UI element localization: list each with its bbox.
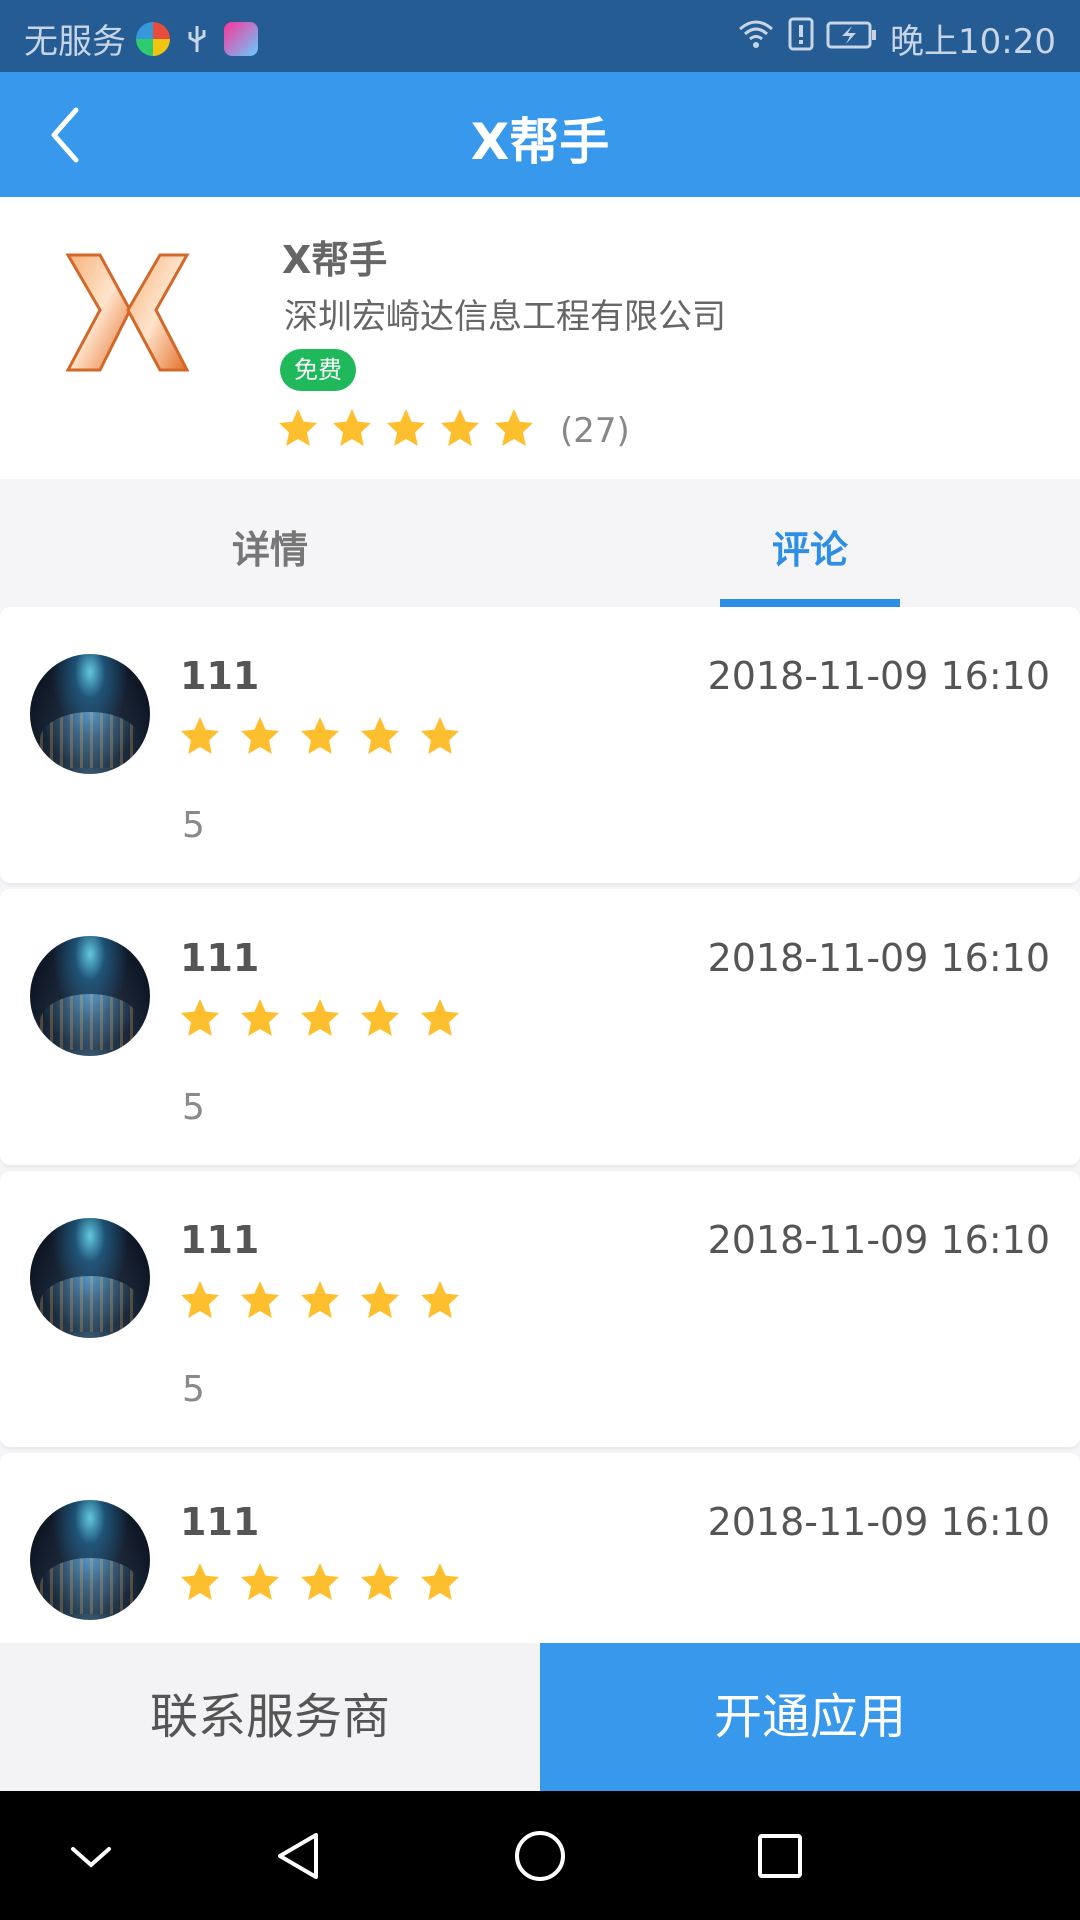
star-icon — [279, 409, 317, 446]
contact-provider-button[interactable]: 联系服务商 — [0, 1643, 540, 1791]
star-icon — [421, 1563, 459, 1600]
star-icon — [241, 1563, 279, 1600]
activate-app-button[interactable]: 开通应用 — [540, 1643, 1080, 1791]
avatar — [30, 654, 150, 774]
comment-card: 111 2018-11-09 16:10 5 — [0, 1171, 1080, 1447]
star-icon — [241, 999, 279, 1036]
sim-alert-icon — [788, 17, 814, 60]
app-logo-icon — [60, 245, 195, 380]
comment-username: 111 — [180, 654, 260, 698]
star-icon — [241, 1281, 279, 1318]
active-tab-indicator — [720, 599, 900, 607]
star-icon — [421, 1281, 459, 1318]
star-icon — [421, 999, 459, 1036]
comment-username: 111 — [180, 1500, 260, 1544]
star-icon — [387, 409, 425, 446]
wifi-icon — [736, 17, 776, 60]
comment-text: 5 — [182, 805, 205, 846]
tab-comments[interactable]: 评论 — [540, 519, 1080, 574]
star-icon — [181, 1563, 219, 1600]
star-icon — [181, 999, 219, 1036]
star-icon — [301, 717, 339, 754]
avatar — [30, 936, 150, 1056]
nav-back-icon[interactable] — [264, 1821, 334, 1891]
star-icon — [441, 409, 479, 446]
app-rating-stars — [276, 407, 536, 449]
rating-count: (27) — [560, 411, 630, 451]
comment-date: 2018-11-09 16:10 — [707, 1218, 1050, 1262]
comment-card: 111 2018-11-09 16:10 5 — [0, 889, 1080, 1165]
comment-username: 111 — [180, 1218, 260, 1262]
comment-username: 111 — [180, 936, 260, 980]
app-company: 深圳宏崎达信息工程有限公司 — [284, 297, 726, 337]
star-icon — [361, 999, 399, 1036]
usb-icon — [180, 22, 214, 56]
star-icon — [241, 717, 279, 754]
page-title: X帮手 — [470, 113, 610, 171]
comment-card: 111 2018-11-09 16:10 5 — [0, 1453, 1080, 1643]
system-nav-bar — [0, 1791, 1080, 1920]
star-icon — [361, 717, 399, 754]
star-icon — [421, 717, 459, 754]
comment-date: 2018-11-09 16:10 — [707, 1500, 1050, 1544]
tab-bar: 详情 评论 — [0, 479, 1080, 607]
comment-list[interactable]: 111 2018-11-09 16:10 5 111 2018-11-09 16… — [0, 607, 1080, 1643]
comment-rating-stars — [178, 997, 462, 1039]
clock-text: 晚上10:20 — [890, 22, 1056, 62]
comment-text: 5 — [182, 1369, 205, 1410]
star-icon — [301, 1563, 339, 1600]
nav-home-icon[interactable] — [505, 1821, 575, 1891]
comment-rating-stars — [178, 1561, 462, 1603]
star-icon — [301, 1281, 339, 1318]
star-icon — [181, 1281, 219, 1318]
carrier-text: 无服务 — [24, 22, 126, 62]
star-icon — [181, 717, 219, 754]
app-name: X帮手 — [282, 238, 388, 282]
comment-date: 2018-11-09 16:10 — [707, 936, 1050, 980]
avatar — [30, 1500, 150, 1620]
star-icon — [361, 1281, 399, 1318]
app-info-panel: X帮手 深圳宏崎达信息工程有限公司 免费 (27) — [0, 197, 1080, 479]
app-bar: X帮手 — [0, 72, 1080, 197]
comment-card: 111 2018-11-09 16:10 5 — [0, 607, 1080, 883]
battery-charging-icon — [826, 19, 878, 59]
nav-recents-icon[interactable] — [745, 1821, 815, 1891]
comment-rating-stars — [178, 715, 462, 757]
price-badge: 免费 — [280, 349, 356, 391]
tab-details[interactable]: 详情 — [0, 519, 540, 574]
gallery-app-icon — [224, 21, 258, 56]
star-icon — [361, 1563, 399, 1600]
star-icon — [301, 999, 339, 1036]
nav-collapse-icon[interactable] — [56, 1821, 126, 1891]
avatar — [30, 1218, 150, 1338]
status-bar: 无服务 晚上10:20 — [0, 0, 1080, 72]
comment-rating-stars — [178, 1279, 462, 1321]
browser-app-icon — [136, 21, 170, 56]
star-icon — [495, 409, 533, 446]
bottom-action-bar: 联系服务商 开通应用 — [0, 1643, 1080, 1791]
comment-text: 5 — [182, 1087, 205, 1128]
comment-date: 2018-11-09 16:10 — [707, 654, 1050, 698]
star-icon — [333, 409, 371, 446]
